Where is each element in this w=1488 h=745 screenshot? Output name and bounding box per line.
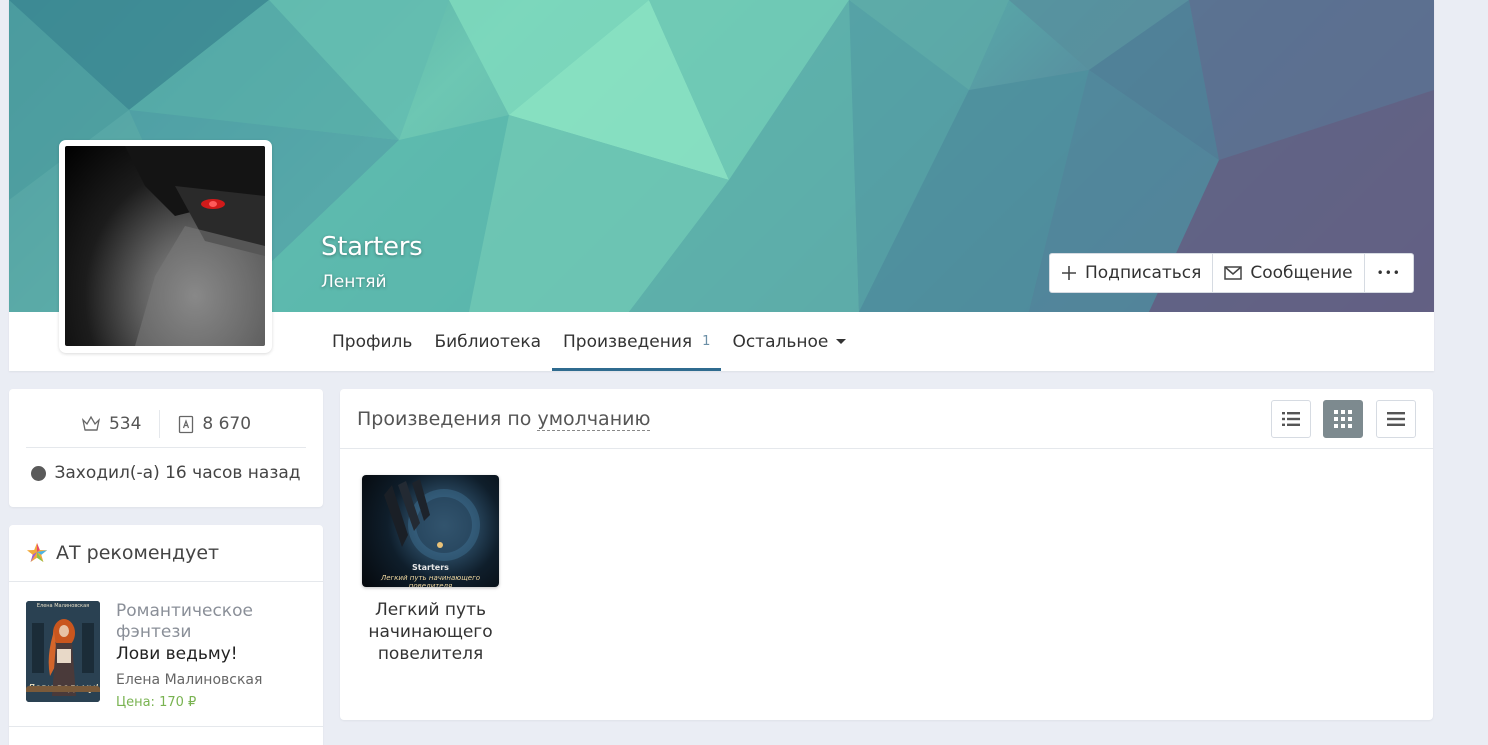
more-button[interactable]: ••• <box>1365 254 1413 292</box>
tab-other[interactable]: Остальное <box>721 312 857 371</box>
stats-card: 534 8 670 Заходил(-а) 16 часов назад <box>9 389 323 507</box>
message-button[interactable]: Сообщение <box>1213 254 1365 292</box>
sort-dropdown[interactable]: умолчанию <box>537 408 651 431</box>
subscribe-label: Подписаться <box>1085 263 1202 283</box>
work-item[interactable]: Starters Легкий путь начинающего повелит… <box>362 475 499 665</box>
recommend-cover-author: Елена Малиновская <box>36 603 90 609</box>
grid-view-button[interactable] <box>1323 400 1363 438</box>
tab-profile[interactable]: Профиль <box>321 312 423 371</box>
works-header: Произведения по умолчанию <box>340 389 1433 449</box>
caret-down-icon <box>836 339 847 344</box>
user-name: Starters <box>321 232 423 262</box>
profile-tabs: Профиль Библиотека Произведения 1 Осталь… <box>321 312 857 371</box>
last-seen-text: Заходил(-а) 16 часов назад <box>54 463 301 483</box>
tab-works[interactable]: Произведения 1 <box>552 312 722 371</box>
work-cover[interactable]: Starters Легкий путь начинающего повелит… <box>362 475 499 587</box>
star-icon <box>27 543 47 562</box>
recommend-title: АТ рекомендует <box>56 542 220 564</box>
recommend-header: АТ рекомендует <box>9 525 323 582</box>
recommend-item[interactable]: Елена Малиновская Лови ведьму! Романтиче… <box>9 582 323 727</box>
views-value: 8 670 <box>202 414 252 434</box>
tab-library[interactable]: Библиотека <box>423 312 552 371</box>
views-stat[interactable]: 8 670 <box>160 414 269 434</box>
book-icon <box>179 415 194 433</box>
recommend-card: АТ рекомендует Елена Малиновская Лови ве… <box>9 525 323 745</box>
recommend-author[interactable]: Елена Малиновская <box>116 672 262 688</box>
list-view-button[interactable] <box>1271 400 1311 438</box>
recommend-next-cover[interactable] <box>26 686 100 692</box>
works-count-badge: 1 <box>702 334 711 349</box>
more-icon: ••• <box>1376 266 1401 280</box>
works-heading-prefix: Произведения по <box>357 408 532 430</box>
rating-value: 534 <box>108 414 142 434</box>
profile-actions: Подписаться Сообщение ••• <box>1049 253 1414 293</box>
avatar-frame[interactable] <box>59 140 272 353</box>
message-label: Сообщение <box>1250 263 1353 283</box>
rating-stat[interactable]: 534 <box>63 414 159 434</box>
plus-icon <box>1062 266 1076 280</box>
subscribe-button[interactable]: Подписаться <box>1050 254 1214 292</box>
envelope-icon <box>1224 266 1243 280</box>
compact-view-button[interactable] <box>1376 400 1416 438</box>
compact-view-icon <box>1387 412 1405 426</box>
grid-view-icon <box>1334 410 1352 428</box>
recommend-book-title[interactable]: Лови ведьму! <box>116 644 238 664</box>
work-cover-author: Starters <box>412 563 449 572</box>
avatar <box>65 146 265 346</box>
work-title[interactable]: Легкий путь начинающего повелителя <box>362 599 499 665</box>
user-status: Лентяй <box>321 272 387 292</box>
works-panel: Произведения по умолчанию Starters Легки… <box>340 389 1433 720</box>
works-heading: Произведения по умолчанию <box>357 408 651 431</box>
work-cover-title: Легкий путь начинающего повелителя <box>380 574 481 587</box>
tab-label: Остальное <box>732 331 829 352</box>
stats-row: 534 8 670 <box>26 401 306 448</box>
tab-label: Библиотека <box>434 331 542 352</box>
avatar-image <box>125 146 265 346</box>
profile-header: Starters Лентяй Подписаться Сообщение ••… <box>9 0 1434 371</box>
recommend-price: Цена: 170 ₽ <box>116 695 197 710</box>
list-view-icon <box>1282 412 1300 426</box>
tab-label: Профиль <box>332 331 413 352</box>
crown-icon <box>81 415 100 431</box>
recommend-genre[interactable]: Романтическое фэнтези <box>116 601 306 643</box>
last-seen: Заходил(-а) 16 часов назад <box>9 451 323 495</box>
tab-label: Произведения <box>563 331 693 352</box>
offline-status-dot <box>31 465 47 481</box>
